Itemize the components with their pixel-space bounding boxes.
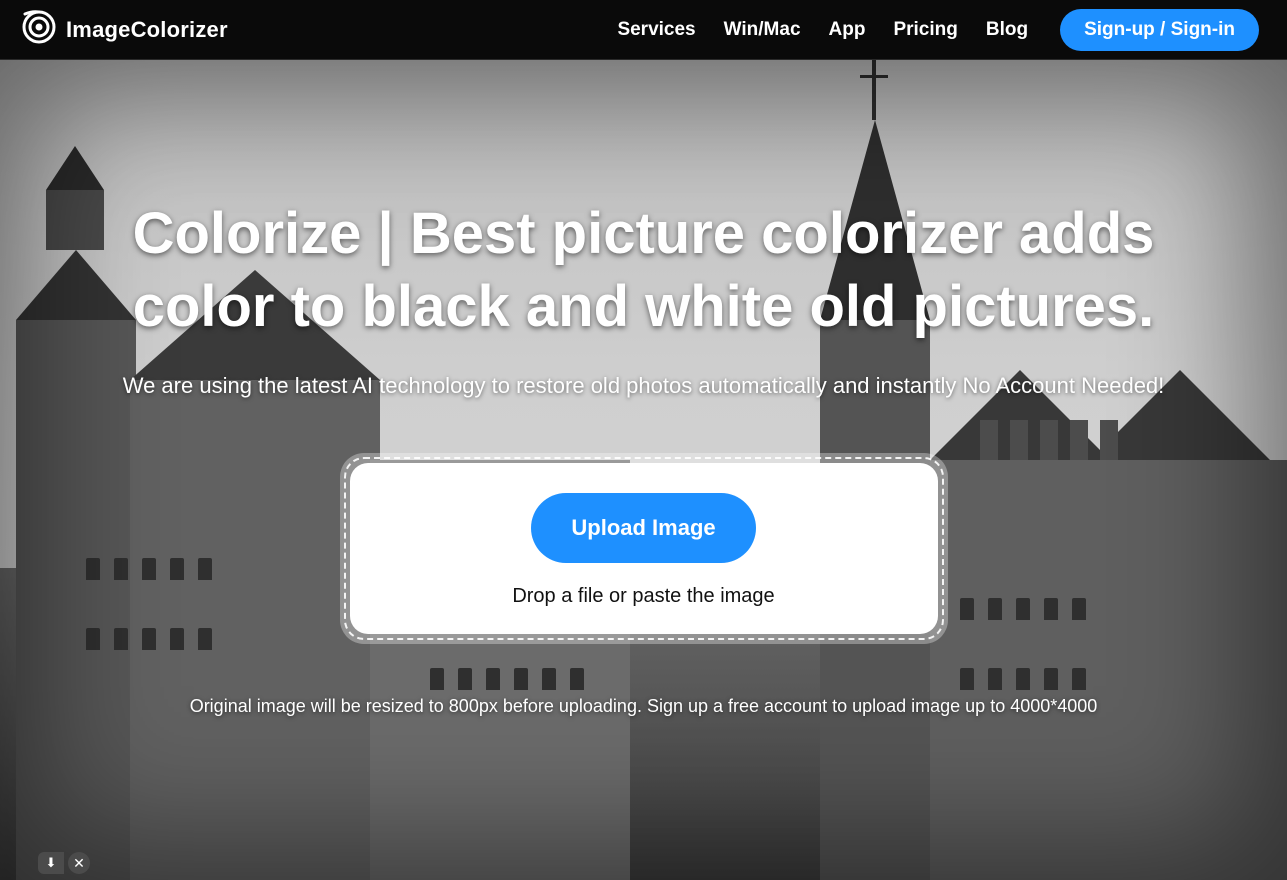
upload-dropzone[interactable]: Upload Image Drop a file or paste the im… <box>340 453 948 644</box>
nav-pricing[interactable]: Pricing <box>893 19 957 41</box>
nav-services[interactable]: Services <box>617 19 695 41</box>
brand[interactable]: ImageColorizer <box>22 10 228 49</box>
floating-download-pill: ⬇ ✕ <box>38 852 90 874</box>
brand-logo-icon <box>22 10 56 49</box>
brand-name: ImageColorizer <box>66 17 228 43</box>
hero-section: Colorize | Best picture colorizer adds c… <box>0 60 1287 880</box>
close-icon[interactable]: ✕ <box>68 852 90 874</box>
hero-title: Colorize | Best picture colorizer adds c… <box>64 198 1224 343</box>
nav-win-mac[interactable]: Win/Mac <box>724 19 801 41</box>
hero-subtitle: We are using the latest AI technology to… <box>64 373 1224 399</box>
upload-hint-text: Drop a file or paste the image <box>370 585 918 608</box>
upload-image-button[interactable]: Upload Image <box>531 493 755 563</box>
nav-app[interactable]: App <box>829 19 866 41</box>
download-icon[interactable]: ⬇ <box>38 852 64 874</box>
site-header: ImageColorizer Services Win/Mac App Pric… <box>0 0 1287 60</box>
signup-signin-button[interactable]: Sign-up / Sign-in <box>1060 9 1259 51</box>
nav-blog[interactable]: Blog <box>986 19 1028 41</box>
resize-note: Original image will be resized to 800px … <box>64 696 1224 717</box>
main-nav: Services Win/Mac App Pricing Blog Sign-u… <box>617 9 1259 51</box>
